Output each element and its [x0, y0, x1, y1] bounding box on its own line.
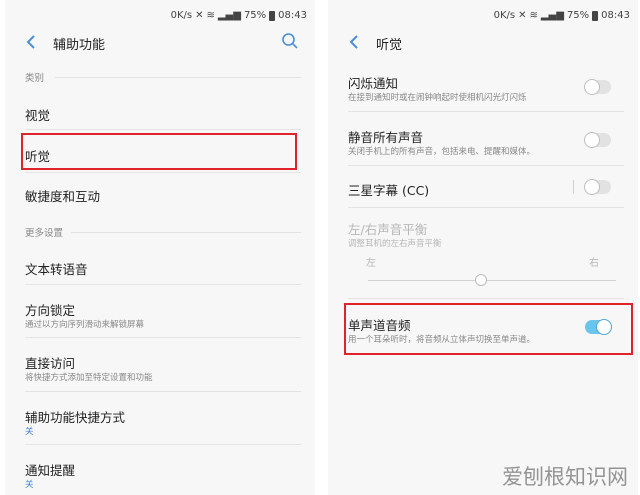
mute-toggle[interactable]	[584, 132, 611, 148]
setting-flash-label[interactable]: 闪烁通知	[348, 73, 398, 92]
setting-mute-label[interactable]: 静音所有声音	[348, 127, 423, 146]
network-speed: 0K/s	[493, 10, 516, 21]
title-bar: 听觉	[328, 32, 638, 54]
setting-mono-desc: 用一个耳朵听时，将音频从立体声切换至单声道。	[348, 335, 536, 345]
setting-flash-desc: 在接到通知时或在闹钟响起时使相机闪光灯闪烁	[348, 93, 527, 103]
battery-percent: 75%	[243, 10, 267, 21]
section-line	[71, 232, 301, 233]
right-screen: 0K/s ✕ ≋ ▂▄▆ 75% 08:43 听觉 闪烁通知 在接到通知时或在闹…	[328, 0, 638, 495]
title-bar: 辅助功能	[5, 32, 315, 54]
back-arrow-icon[interactable]	[346, 32, 364, 52]
menu-item-tts[interactable]: 文本转语音	[25, 259, 88, 278]
mute-icon: ✕	[195, 10, 204, 21]
setting-balance-label: 左/右声音平衡	[348, 222, 428, 237]
toggle-knob	[596, 319, 612, 335]
mono-toggle[interactable]	[585, 319, 612, 335]
divider	[25, 391, 301, 392]
wifi-icon: ≋	[206, 10, 215, 21]
menu-item-direct-access[interactable]: 直接访问	[25, 353, 75, 372]
setting-caption-label[interactable]: 三星字幕 (CC)	[348, 180, 429, 199]
mute-icon: ✕	[518, 10, 527, 21]
toggle-knob	[584, 79, 600, 95]
divider	[348, 298, 624, 299]
menu-item-direction-lock[interactable]: 方向锁定	[25, 300, 75, 319]
clock: 08:43	[278, 10, 307, 21]
left-screen: 0K/s ✕ ≋ ▂▄▆ 75% 08:43 辅助功能 类别 视觉 听觉 敏捷度…	[5, 0, 315, 495]
signal-icon: ▂▄▆	[540, 10, 564, 21]
menu-item-vision[interactable]: 视觉	[25, 105, 50, 124]
balance-right-label: 右	[589, 258, 599, 269]
toggle-knob	[584, 179, 600, 195]
shortcut-value: 关	[25, 427, 34, 437]
search-icon[interactable]	[281, 32, 299, 50]
divider	[25, 284, 301, 285]
divider	[25, 444, 301, 445]
highlight-box	[21, 133, 297, 170]
balance-slider-track	[368, 280, 616, 281]
caption-toggle[interactable]	[584, 179, 611, 195]
toggle-knob	[584, 132, 600, 148]
divider	[348, 207, 624, 208]
network-speed: 0K/s	[170, 10, 193, 21]
divider	[25, 337, 301, 338]
clock: 08:43	[601, 10, 630, 21]
status-bar: 0K/s ✕ ≋ ▂▄▆ 75% 08:43	[171, 10, 307, 21]
wifi-icon: ≋	[529, 10, 538, 21]
setting-balance-desc: 调整耳机的左右声音平衡	[348, 239, 442, 249]
divider	[25, 129, 301, 130]
balance-left-label: 左	[366, 258, 376, 269]
section-category: 类别	[25, 73, 45, 84]
menu-item-notification[interactable]: 通知提醒	[25, 460, 75, 479]
flash-toggle[interactable]	[584, 79, 611, 95]
notification-value: 关	[25, 480, 34, 490]
battery-percent: 75%	[566, 10, 590, 21]
battery-icon	[592, 10, 599, 21]
toggle-separator	[573, 180, 574, 194]
direction-lock-desc: 通过以方向序列滑动来解锁屏幕	[25, 320, 145, 330]
direct-access-desc: 将快捷方式添加至特定设置和功能	[25, 373, 153, 383]
menu-item-shortcut[interactable]: 辅助功能快捷方式	[25, 407, 125, 426]
section-more: 更多设置	[25, 228, 64, 239]
divider	[348, 111, 624, 112]
signal-icon: ▂▄▆	[217, 10, 241, 21]
battery-icon	[269, 10, 276, 21]
menu-item-dexterity[interactable]: 敏捷度和互动	[25, 186, 100, 205]
divider	[25, 172, 301, 173]
watermark: 爱刨根知识网	[502, 465, 628, 489]
balance-slider-thumb[interactable]	[475, 274, 487, 286]
divider	[348, 165, 624, 166]
setting-mute-desc: 关闭手机上的所有声音，包括来电、提醒和媒体。	[348, 147, 536, 157]
status-bar: 0K/s ✕ ≋ ▂▄▆ 75% 08:43	[494, 10, 630, 21]
back-arrow-icon[interactable]	[23, 32, 41, 52]
section-line	[55, 77, 301, 78]
page-title: 辅助功能	[53, 38, 106, 53]
setting-mono-label[interactable]: 单声道音频	[348, 315, 411, 334]
page-title: 听觉	[376, 38, 403, 53]
